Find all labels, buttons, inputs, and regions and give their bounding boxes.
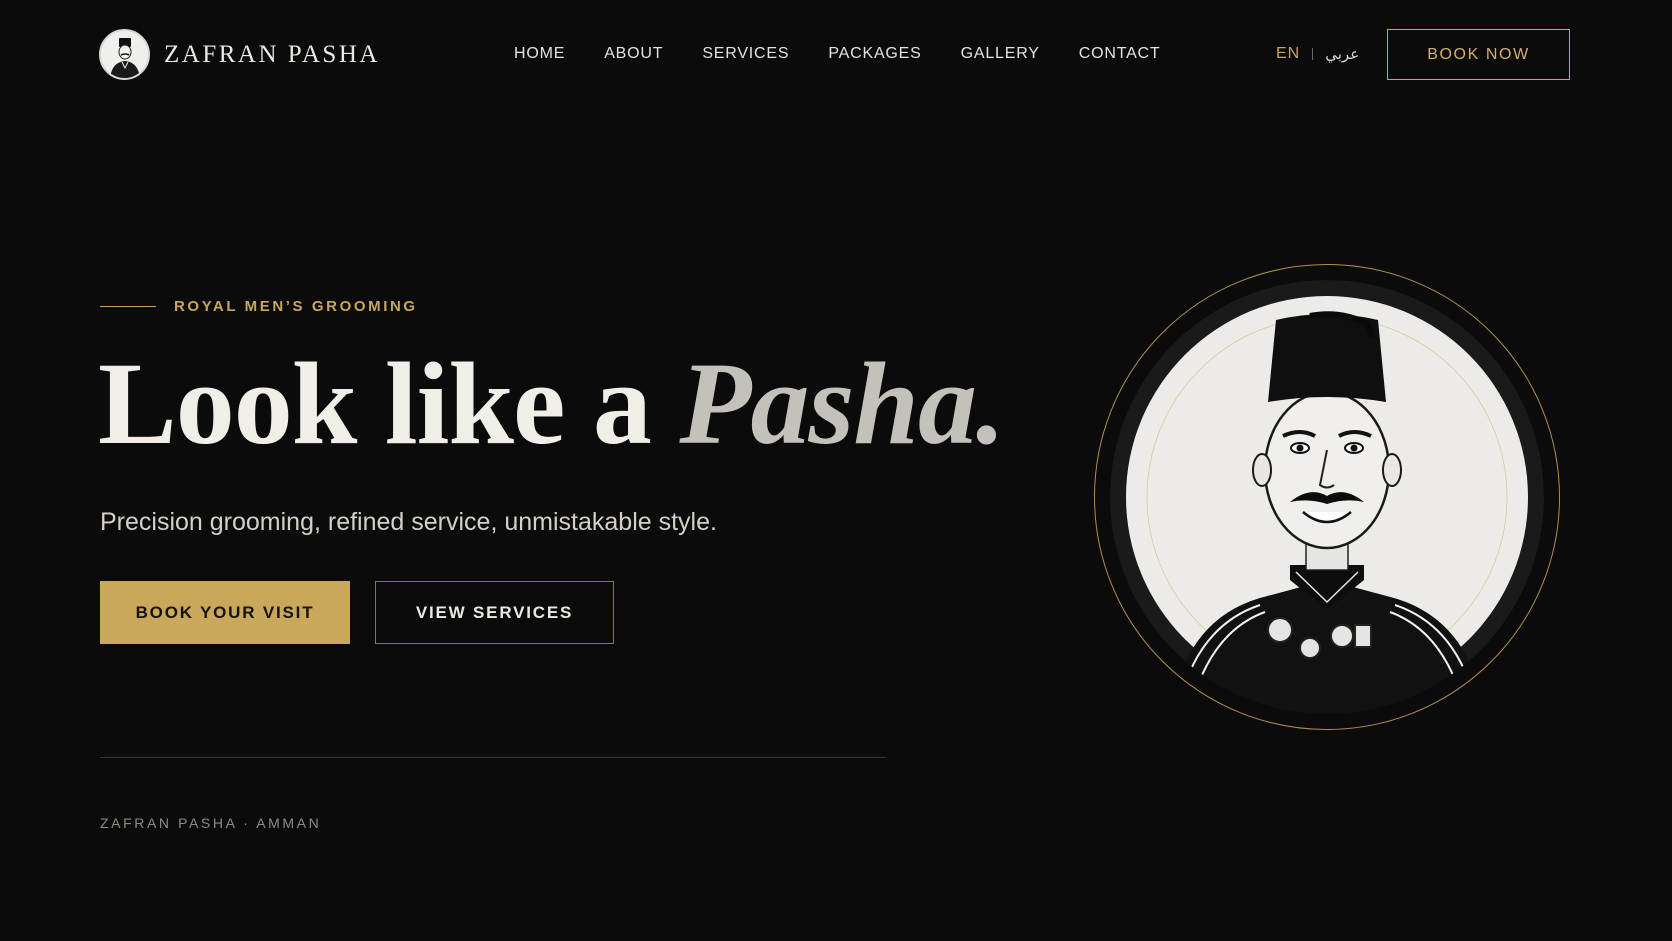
- hero-headline: Look like a Pasha.: [98, 345, 1006, 463]
- nav-contact[interactable]: CONTACT: [1079, 45, 1161, 63]
- eyebrow-line: [100, 305, 156, 308]
- hero-subheadline: Precision grooming, refined service, unm…: [100, 508, 717, 536]
- language-switcher: EN عربي: [1276, 45, 1359, 63]
- view-services-button[interactable]: VIEW SERVICES: [375, 581, 614, 644]
- brand-location-note: ZAFRAN PASHA · AMMAN: [100, 815, 322, 831]
- landing-page: ZAFRAN PASHA HOME ABOUT SERVICES PACKAGE…: [0, 0, 1672, 941]
- book-your-visit-button[interactable]: BOOK YOUR VISIT: [100, 581, 350, 644]
- nav-packages[interactable]: PACKAGES: [828, 45, 921, 63]
- headline-main: Look like a: [98, 338, 680, 469]
- hero-eyebrow: ROYAL MEN’S GROOMING: [100, 298, 418, 315]
- nav-home[interactable]: HOME: [514, 45, 565, 63]
- nav-gallery[interactable]: GALLERY: [961, 45, 1040, 63]
- nav-services[interactable]: SERVICES: [702, 45, 789, 63]
- nav-about[interactable]: ABOUT: [604, 45, 663, 63]
- pasha-portrait-image: [1110, 280, 1544, 714]
- pasha-logo-icon: [99, 29, 150, 80]
- main-nav: HOME ABOUT SERVICES PACKAGES GALLERY CON…: [514, 45, 1199, 63]
- headline-accent: Pasha.: [679, 338, 1005, 469]
- brand-name: ZAFRAN PASHA: [164, 40, 380, 68]
- lang-english[interactable]: EN: [1276, 45, 1300, 63]
- lang-divider: [1312, 48, 1314, 60]
- brand-home-link[interactable]: ZAFRAN PASHA: [99, 29, 380, 80]
- hero-divider: [100, 757, 886, 758]
- book-now-button[interactable]: BOOK NOW: [1387, 29, 1570, 80]
- eyebrow-text: ROYAL MEN’S GROOMING: [174, 298, 418, 315]
- lang-arabic[interactable]: عربي: [1325, 45, 1359, 63]
